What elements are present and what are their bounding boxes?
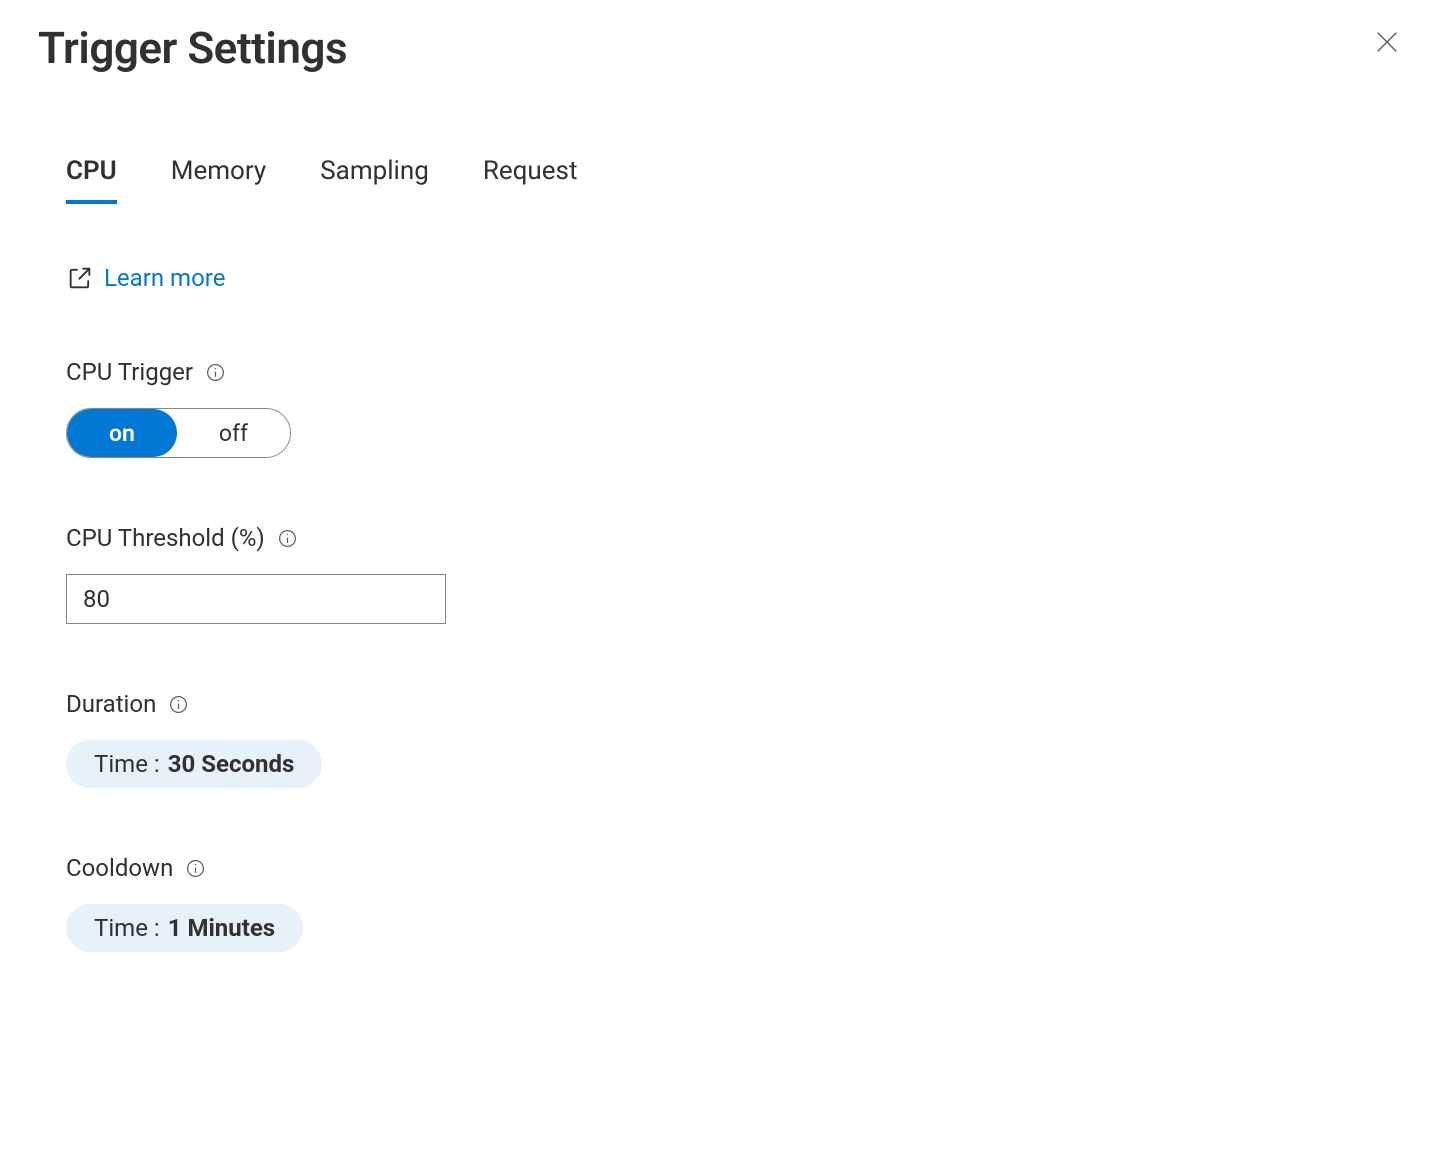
external-link-icon: [66, 264, 94, 292]
cpu-trigger-label: CPU Trigger: [66, 358, 193, 386]
cpu-trigger-toggle-off[interactable]: off: [177, 409, 290, 457]
learn-more-row: Learn more: [66, 264, 1379, 292]
close-icon: [1373, 44, 1401, 59]
cooldown-label-row: Cooldown: [66, 854, 1379, 882]
cooldown-field: Cooldown Time : 1 Minutes: [66, 854, 1379, 952]
header-row: Trigger Settings: [38, 22, 1407, 74]
cpu-threshold-label-row: CPU Threshold (%): [66, 524, 1379, 552]
duration-pill-value: 30 Seconds: [168, 750, 295, 778]
cpu-threshold-input[interactable]: [66, 574, 446, 624]
tab-cpu[interactable]: CPU: [66, 156, 117, 204]
cpu-trigger-toggle: on off: [66, 408, 291, 458]
cpu-threshold-label: CPU Threshold (%): [66, 524, 265, 552]
page-title: Trigger Settings: [38, 22, 347, 74]
cooldown-pill-value: 1 Minutes: [168, 914, 275, 942]
cooldown-pill-label: Time :: [94, 914, 160, 942]
info-icon[interactable]: [277, 528, 298, 549]
tab-memory[interactable]: Memory: [171, 156, 266, 204]
duration-field: Duration Time : 30 Seconds: [66, 690, 1379, 788]
info-icon[interactable]: [168, 694, 189, 715]
cpu-trigger-label-row: CPU Trigger: [66, 358, 1379, 386]
info-icon[interactable]: [185, 858, 206, 879]
duration-label-row: Duration: [66, 690, 1379, 718]
cpu-trigger-field: CPU Trigger on off: [66, 358, 1379, 458]
cpu-trigger-toggle-on[interactable]: on: [67, 409, 177, 457]
cooldown-label: Cooldown: [66, 854, 173, 882]
duration-label: Duration: [66, 690, 156, 718]
info-icon[interactable]: [205, 362, 226, 383]
learn-more-link[interactable]: Learn more: [104, 264, 225, 292]
duration-pill[interactable]: Time : 30 Seconds: [66, 740, 322, 788]
tab-request[interactable]: Request: [483, 156, 578, 204]
close-button[interactable]: [1367, 22, 1407, 62]
trigger-settings-panel: Trigger Settings CPU Memory Sampling Req…: [0, 0, 1445, 974]
cpu-threshold-field: CPU Threshold (%): [66, 524, 1379, 624]
tab-sampling[interactable]: Sampling: [320, 156, 429, 204]
tabs: CPU Memory Sampling Request: [66, 156, 1379, 204]
cooldown-pill[interactable]: Time : 1 Minutes: [66, 904, 303, 952]
duration-pill-label: Time :: [94, 750, 160, 778]
content: CPU Memory Sampling Request Learn more C…: [38, 156, 1407, 952]
